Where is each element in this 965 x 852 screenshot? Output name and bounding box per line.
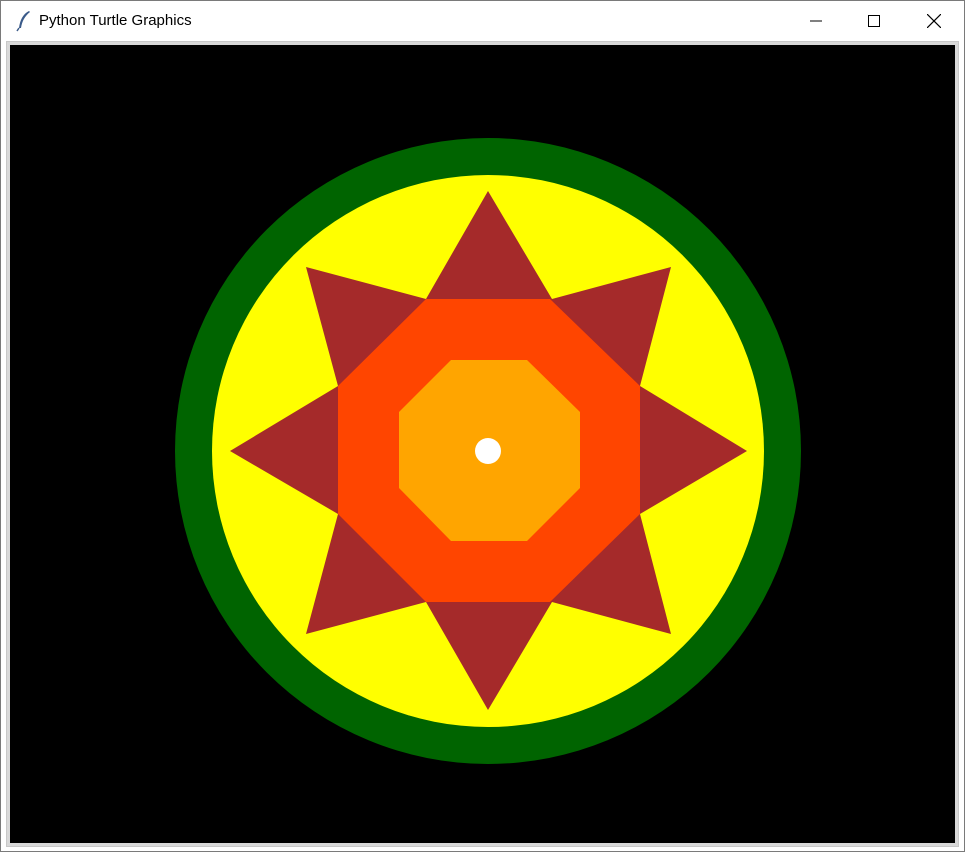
feather-icon	[15, 10, 33, 32]
canvas-frame	[6, 41, 959, 847]
title-bar[interactable]: Python Turtle Graphics	[1, 1, 964, 41]
minimize-button[interactable]	[787, 1, 845, 41]
close-button[interactable]	[905, 1, 963, 41]
window-title: Python Turtle Graphics	[39, 12, 192, 29]
close-icon	[927, 14, 941, 28]
turtle-window: Python Turtle Graphics	[0, 0, 965, 852]
minimize-icon	[810, 20, 822, 22]
maximize-icon	[868, 15, 880, 27]
drawing	[175, 138, 801, 764]
turtle-canvas[interactable]	[10, 45, 955, 843]
center-dot	[475, 438, 501, 464]
maximize-button[interactable]	[845, 1, 903, 41]
